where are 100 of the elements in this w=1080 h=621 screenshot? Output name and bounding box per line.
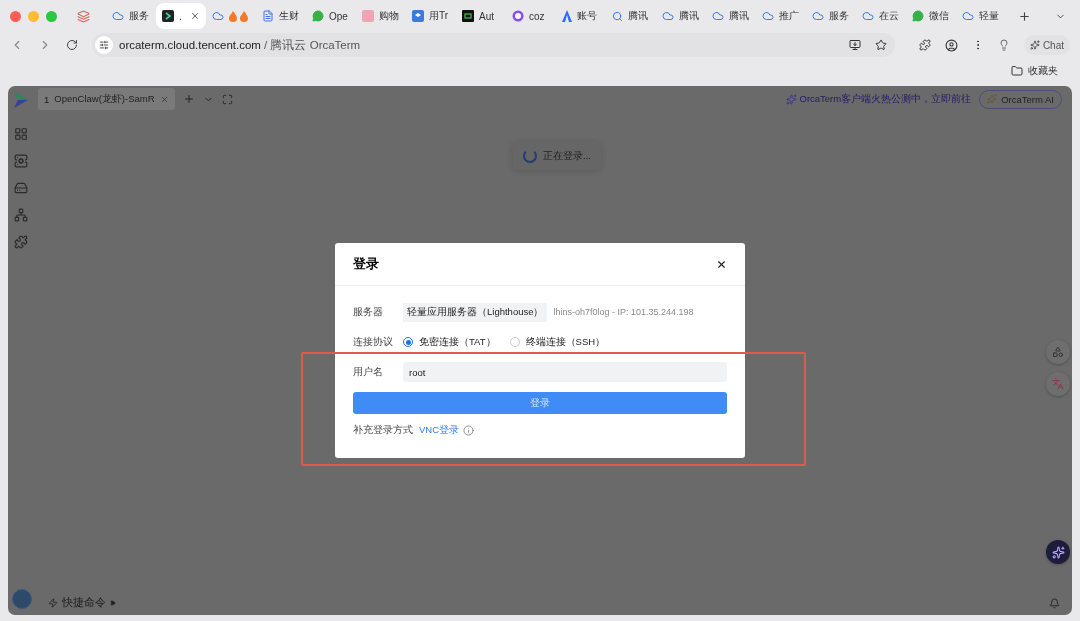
terminal-icon <box>162 10 174 22</box>
field-label: 用户名 <box>353 365 384 379</box>
tab-title: 腾讯 <box>729 9 749 23</box>
browser-tab[interactable]: Aut <box>456 3 506 29</box>
tab-title: 购物 <box>379 9 399 23</box>
site-settings-button[interactable] <box>95 36 113 54</box>
close-tab-icon[interactable] <box>190 11 200 21</box>
close-tab-icon[interactable] <box>159 94 169 104</box>
browser-tab[interactable]: 服务 <box>806 3 856 29</box>
new-session-icon[interactable] <box>182 93 195 105</box>
sparkle-icon <box>1029 40 1040 50</box>
session-tab[interactable]: 1 OpenClaw(龙虾)-SamR <box>38 88 175 110</box>
lightning-icon <box>48 598 58 608</box>
vnc-login-link[interactable]: VNC登录 <box>419 423 460 437</box>
tab-title: 账号 <box>577 9 597 23</box>
page-url: orcaterm.cloud.tencent.com / 腾讯云 OrcaTerm <box>119 37 361 53</box>
sliders-icon <box>99 40 109 50</box>
browser-tab[interactable]: 生财 <box>256 3 306 29</box>
browser-tab[interactable]: . <box>156 3 206 29</box>
cloud-icon <box>862 10 874 22</box>
browser-tab[interactable]: 购物 <box>356 3 406 29</box>
cloud-icon <box>212 10 224 22</box>
install-app-icon[interactable] <box>848 39 861 51</box>
tab-number: 1 <box>44 93 50 105</box>
dialog-title: 登录 <box>353 255 379 273</box>
browser-tab[interactable]: 腾讯 <box>706 3 756 29</box>
browser-tab[interactable]: Ope <box>306 3 356 29</box>
sparkle-icon <box>785 93 797 105</box>
alt-login-label: 补充登录方式 <box>353 423 413 437</box>
tab-title: 腾讯 <box>679 9 699 23</box>
extensions-icon[interactable] <box>918 39 931 51</box>
tab-title: 生财 <box>279 9 299 23</box>
coze-icon <box>512 10 524 22</box>
tab-title: . <box>179 10 182 22</box>
shop-icon <box>362 10 374 22</box>
tab-title: coz <box>529 10 545 22</box>
layers-icon[interactable] <box>77 9 90 23</box>
drive-icon[interactable] <box>14 181 28 195</box>
play-icon <box>110 600 116 606</box>
tab-title: 服务 <box>129 9 149 23</box>
folder-icon <box>1011 65 1023 77</box>
chat-icon <box>312 10 324 22</box>
browser-tab[interactable]: 在云 <box>856 3 906 29</box>
tab-title: 推广 <box>779 9 799 23</box>
shapes-icon <box>1052 346 1064 358</box>
browser-tab[interactable]: 账号 <box>556 3 606 29</box>
browser-tab[interactable]: 用Tr <box>406 3 456 29</box>
document-icon <box>262 10 274 22</box>
fullscreen-icon[interactable] <box>221 93 233 105</box>
browser-tab[interactable]: 推广 <box>756 3 806 29</box>
close-icon[interactable] <box>716 258 727 270</box>
puzzle-icon[interactable] <box>14 235 28 249</box>
tab-title: 腾讯 <box>628 9 648 23</box>
search-icon <box>612 10 623 22</box>
tab-title: Aut <box>479 10 494 22</box>
cloud-icon <box>112 10 124 22</box>
new-tab-icon[interactable] <box>1018 9 1031 23</box>
browser-tab[interactable]: 轻量 <box>956 3 1006 29</box>
sparkle-icon <box>987 94 998 104</box>
cloud-icon <box>712 10 724 22</box>
close-window-button[interactable] <box>10 10 21 22</box>
chat-icon <box>912 10 924 22</box>
tab-title: 轻量 <box>979 9 999 23</box>
apps-button[interactable] <box>1046 340 1070 364</box>
browser-tab[interactable]: 服务 <box>106 3 156 29</box>
notification-icon[interactable] <box>1049 597 1060 609</box>
radio-option[interactable]: 终端连接（SSH） <box>509 335 606 349</box>
cloud-icon <box>662 10 674 22</box>
server-detail: lhins-oh7f0log - IP: 101.35.244.198 <box>553 307 694 317</box>
server-icon[interactable] <box>14 154 28 168</box>
profile-icon[interactable] <box>944 38 958 52</box>
username-field[interactable]: root <box>403 362 727 382</box>
radio-option[interactable]: 免密连接（TAT） <box>403 335 496 349</box>
field-label: 服务器 <box>353 305 384 319</box>
grid-icon[interactable] <box>14 127 28 141</box>
bookmark-star-icon[interactable] <box>874 39 887 51</box>
tab-title: 服务 <box>829 9 849 23</box>
field-label: 连接协议 <box>353 335 394 349</box>
info-icon[interactable] <box>463 424 475 436</box>
ai-assistant-button[interactable] <box>1046 540 1070 564</box>
chat-button[interactable]: Chat <box>1023 35 1070 55</box>
browser-tab[interactable]: 腾讯 <box>656 3 706 29</box>
lightbulb-icon[interactable] <box>997 39 1010 51</box>
bookmark-folder[interactable]: 收藏夹 <box>1011 64 1058 78</box>
browser-tab[interactable]: 腾讯 <box>606 3 656 29</box>
browser-tab[interactable]: coz <box>506 3 556 29</box>
maximize-window-button[interactable] <box>46 10 57 22</box>
address-bar[interactable]: orcaterm.cloud.tencent.com / 腾讯云 OrcaTerm <box>92 33 895 57</box>
tab-title: Ope <box>329 10 348 22</box>
cloud-icon <box>962 10 974 22</box>
avatar[interactable] <box>12 589 32 609</box>
network-icon[interactable] <box>14 208 28 222</box>
reload-icon[interactable] <box>66 39 78 51</box>
translate-button[interactable] <box>1046 372 1070 396</box>
browser-tab[interactable]: 微信 <box>906 3 956 29</box>
option-label: 免密连接（TAT） <box>419 335 496 349</box>
app-icon <box>412 10 424 22</box>
flames-icon <box>229 10 249 22</box>
mountain-icon <box>562 10 572 22</box>
logo-icon <box>14 92 28 108</box>
